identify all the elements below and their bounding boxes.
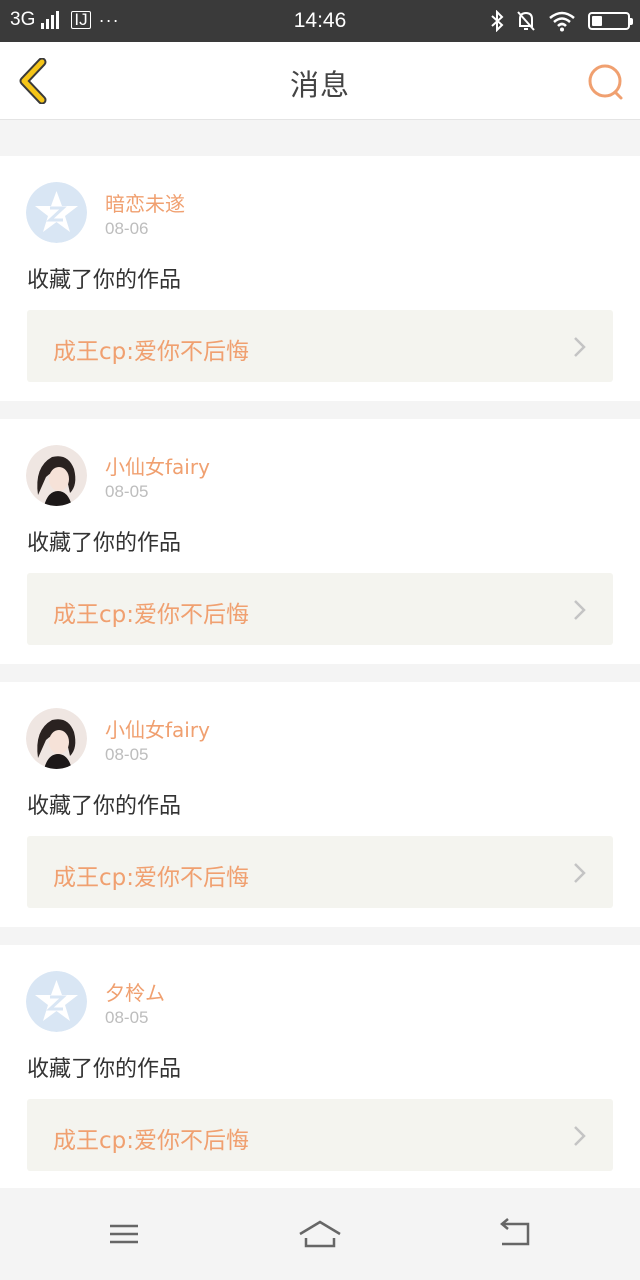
- work-title: 成王cp:爱你不后悔: [53, 602, 249, 628]
- chevron-right-icon: [574, 337, 586, 357]
- action-text: 收藏了你的作品: [27, 794, 182, 819]
- default-avatar-icon: [26, 971, 87, 1032]
- action-text: 收藏了你的作品: [27, 531, 182, 556]
- notification-card[interactable]: 暗恋未遂 08-06 收藏了你的作品 成王cp:爱你不后悔: [0, 156, 640, 401]
- menu-icon[interactable]: [100, 1216, 148, 1252]
- work-link[interactable]: 成王cp:爱你不后悔: [27, 573, 613, 645]
- avatar[interactable]: [26, 445, 87, 506]
- system-nav-bar: [0, 1188, 640, 1280]
- chevron-right-icon: [574, 600, 586, 620]
- wifi-icon: [549, 11, 575, 32]
- mute-bell-icon: [517, 11, 535, 31]
- default-avatar-icon: [26, 182, 87, 243]
- chevron-right-icon: [574, 1126, 586, 1146]
- status-right: [490, 8, 633, 34]
- status-bar: 3G IJ ··· 14:46: [0, 0, 640, 42]
- work-title: 成王cp:爱你不后悔: [53, 1128, 249, 1154]
- notification-date: 08-05: [105, 745, 149, 764]
- avatar[interactable]: [26, 708, 87, 769]
- battery-level: [592, 16, 603, 26]
- work-link[interactable]: 成王cp:爱你不后悔: [27, 310, 613, 382]
- action-text: 收藏了你的作品: [27, 268, 182, 293]
- username[interactable]: 暗恋未遂: [105, 188, 185, 217]
- return-icon[interactable]: [492, 1216, 540, 1252]
- username[interactable]: 小仙女fairy: [105, 451, 210, 480]
- search-icon[interactable]: [586, 62, 626, 102]
- work-title: 成王cp:爱你不后悔: [53, 865, 249, 891]
- notification-card[interactable]: 小仙女fairy 08-05 收藏了你的作品 成王cp:爱你不后悔: [0, 682, 640, 927]
- notification-card[interactable]: 小仙女fairy 08-05 收藏了你的作品 成王cp:爱你不后悔: [0, 419, 640, 664]
- home-icon[interactable]: [296, 1216, 344, 1252]
- notification-date: 08-06: [105, 219, 149, 238]
- user-photo-avatar: [26, 708, 87, 769]
- avatar[interactable]: [26, 971, 87, 1032]
- avatar[interactable]: [26, 182, 87, 243]
- notification-list: 暗恋未遂 08-06 收藏了你的作品 成王cp:爱你不后悔 小仙女fairy 0…: [0, 138, 640, 1190]
- username[interactable]: 夕柃ム: [105, 977, 165, 1006]
- action-text: 收藏了你的作品: [27, 1057, 182, 1082]
- notification-card[interactable]: 夕柃ム 08-05 收藏了你的作品 成王cp:爱你不后悔: [0, 945, 640, 1190]
- work-link[interactable]: 成王cp:爱你不后悔: [27, 1099, 613, 1171]
- notification-date: 08-05: [105, 482, 149, 501]
- work-link[interactable]: 成王cp:爱你不后悔: [27, 836, 613, 908]
- bluetooth-icon: [491, 10, 504, 32]
- chevron-right-icon: [574, 863, 586, 883]
- work-title: 成王cp:爱你不后悔: [53, 339, 249, 365]
- user-photo-avatar: [26, 445, 87, 506]
- username[interactable]: 小仙女fairy: [105, 714, 210, 743]
- app-header: 消息: [0, 42, 640, 120]
- battery-icon: [588, 12, 633, 30]
- page-title: 消息: [289, 68, 350, 102]
- notification-date: 08-05: [105, 1008, 149, 1027]
